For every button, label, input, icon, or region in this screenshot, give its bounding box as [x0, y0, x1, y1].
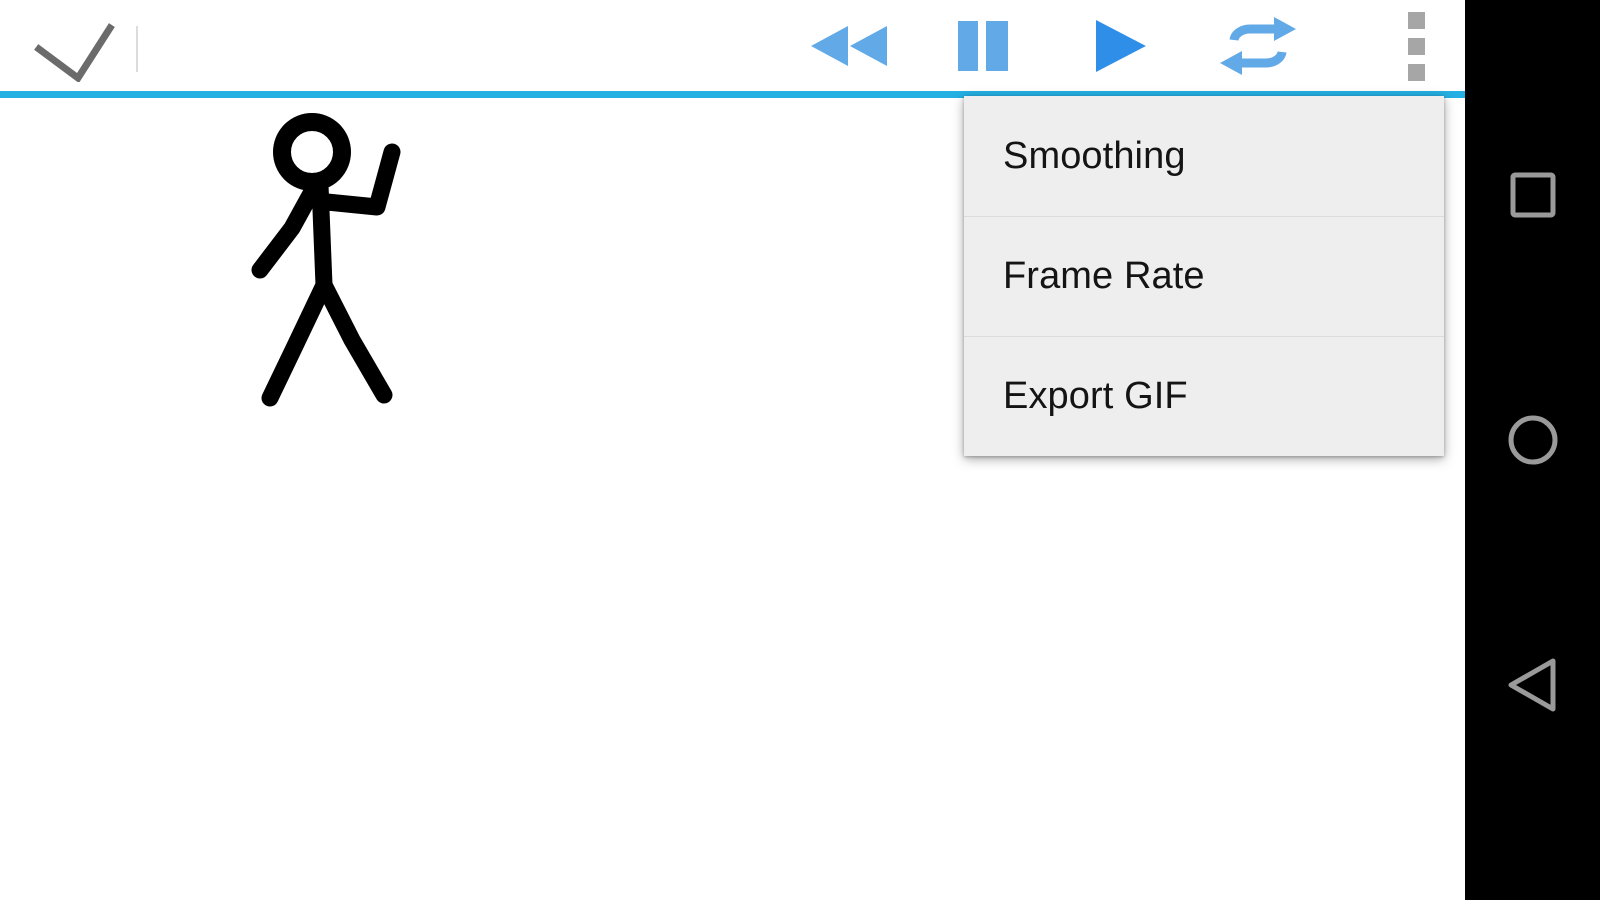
overflow-dropdown-menu[interactable]: Smoothing Frame Rate Export GIF	[964, 96, 1444, 456]
overflow-dot-3	[1407, 63, 1425, 81]
menu-item-export-gif[interactable]: Export GIF	[964, 336, 1444, 456]
play-icon	[1096, 20, 1146, 72]
play-button[interactable]	[1072, 6, 1168, 86]
rewind-icon	[811, 26, 887, 66]
menu-item-label: Frame Rate	[1003, 254, 1205, 297]
screen: Smoothing Frame Rate Export GIF	[0, 0, 1600, 900]
overflow-dot-2	[1407, 37, 1425, 55]
nav-back-button[interactable]	[1465, 630, 1600, 740]
overflow-menu-button[interactable]	[1380, 6, 1452, 86]
top-toolbar	[0, 0, 1465, 91]
pause-button[interactable]	[938, 6, 1032, 86]
menu-item-label: Smoothing	[1003, 134, 1186, 177]
check-icon	[34, 23, 115, 84]
square-icon	[1510, 172, 1555, 218]
circle-icon	[1508, 415, 1557, 465]
menu-item-smoothing[interactable]: Smoothing	[964, 96, 1444, 216]
pause-icon	[958, 21, 1008, 71]
android-navigation-bar	[1465, 0, 1600, 900]
menu-item-frame-rate[interactable]: Frame Rate	[964, 216, 1444, 336]
confirm-button[interactable]	[14, 10, 118, 84]
rewind-button[interactable]	[802, 6, 896, 86]
toolbar-divider	[136, 26, 138, 72]
app-area: Smoothing Frame Rate Export GIF	[0, 0, 1465, 900]
stick-figure-drawing	[251, 113, 401, 407]
overflow-dot-1	[1407, 11, 1425, 29]
nav-home-button[interactable]	[1465, 385, 1600, 495]
menu-item-label: Export GIF	[1003, 374, 1188, 417]
loop-icon	[1220, 17, 1296, 75]
triangle-left-icon	[1508, 658, 1555, 712]
nav-recents-button[interactable]	[1465, 140, 1600, 250]
loop-button[interactable]	[1208, 6, 1308, 86]
